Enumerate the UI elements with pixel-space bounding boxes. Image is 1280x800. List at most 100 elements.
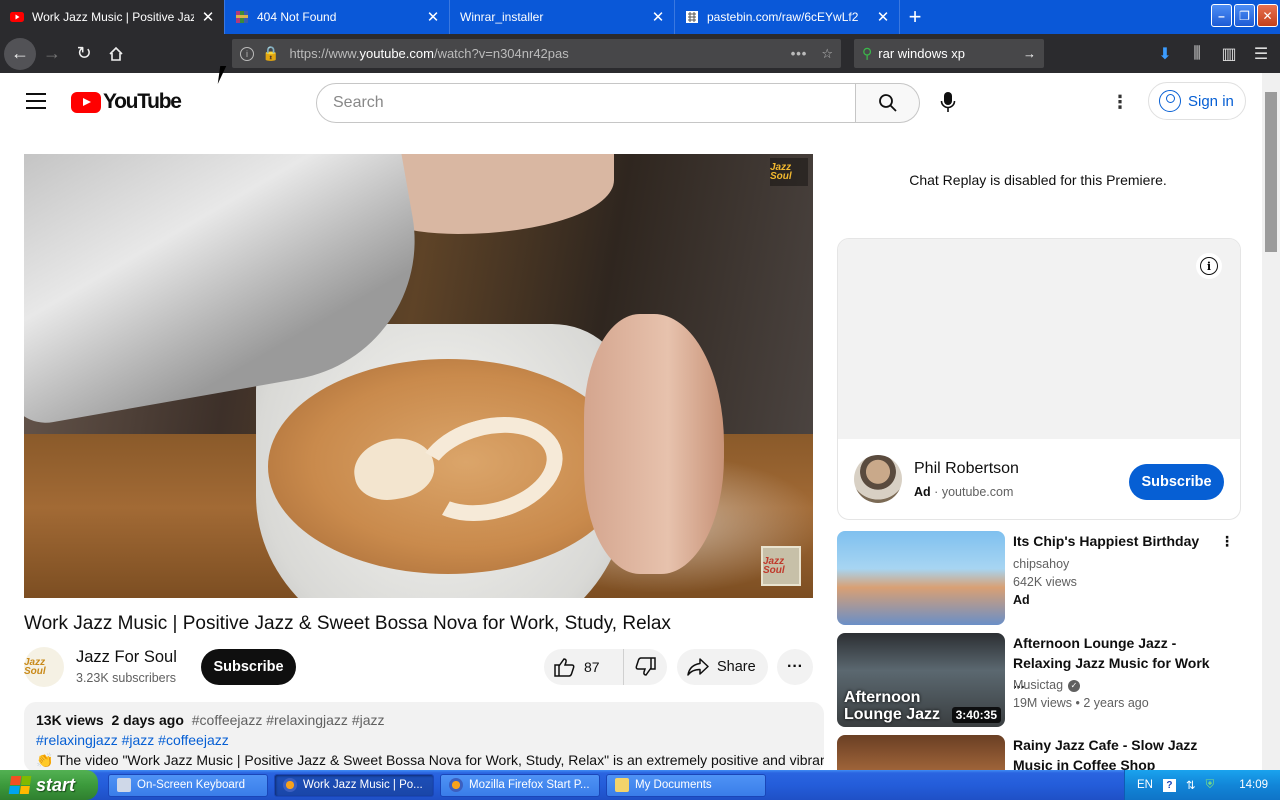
close-tab-icon[interactable]: ✕ — [650, 8, 666, 26]
scrollbar-thumb[interactable] — [1265, 92, 1277, 252]
reload-button[interactable]: ↻ — [68, 38, 100, 70]
arrow-left-icon: ← — [11, 43, 29, 63]
security-icon[interactable]: ⛨ — [1206, 779, 1215, 792]
page-actions-icon[interactable]: ••• — [791, 46, 808, 61]
mouse-cursor — [217, 66, 233, 84]
tab-title: pastebin.com/raw/6cEYwLf2 — [707, 10, 859, 24]
recommendation-title[interactable]: Rainy Jazz Cafe - Slow Jazz Music in Cof… — [1013, 735, 1213, 770]
search-button[interactable] — [856, 83, 920, 123]
advertiser-name[interactable]: Phil Robertson — [914, 460, 1019, 478]
language-indicator[interactable]: EN — [1137, 779, 1153, 791]
youtube-wordmark: YouTube — [103, 90, 182, 113]
close-window-button[interactable]: ✕ — [1257, 4, 1278, 27]
youtube-play-icon — [71, 91, 101, 113]
sign-in-button[interactable]: Sign in — [1148, 82, 1246, 120]
recommendation-item[interactable]: Afternoon Lounge Jazz 3:40:35 Afternoon … — [837, 633, 1241, 729]
more-actions-button[interactable]: ··· — [777, 649, 813, 685]
youtube-search — [316, 83, 920, 123]
window-controls: – ❐ ✕ — [1211, 4, 1278, 27]
help-icon[interactable]: ? — [1162, 778, 1176, 792]
home-icon — [109, 46, 123, 61]
tab-title: 404 Not Found — [257, 10, 337, 24]
video-thumbnail[interactable] — [837, 735, 1005, 770]
library-icon[interactable]: ⫼ — [1186, 39, 1208, 68]
tab-404[interactable]: 404 Not Found ✕ — [225, 0, 450, 34]
guide-menu-icon[interactable] — [26, 93, 46, 109]
close-tab-icon[interactable]: ✕ — [875, 8, 891, 26]
recommendation-title[interactable]: Its Chip's Happiest Birthday — [1013, 531, 1213, 551]
ad-media: i — [838, 239, 1240, 439]
hashtag-links: #relaxingjazz #jazz #coffeejazz — [36, 732, 812, 752]
ad-info-button[interactable]: i — [1196, 253, 1222, 279]
start-button[interactable]: start — [0, 770, 98, 800]
go-arrow-icon[interactable]: → — [1023, 46, 1036, 61]
pastebin-icon — [685, 10, 699, 24]
subscribe-button[interactable]: Subscribe — [201, 649, 296, 685]
youtube-logo[interactable]: YouTube — [71, 90, 182, 114]
recommendation-channel[interactable]: chipsahoy — [1013, 557, 1069, 571]
forward-button[interactable]: → — [36, 38, 68, 70]
url-bar[interactable]: i 🔒 https://www.youtube.com/watch?v=n304… — [232, 39, 841, 68]
youtube-masthead: YouTube ⋮ Sign in — [0, 73, 1262, 131]
channel-avatar[interactable]: Jazz Soul — [24, 647, 64, 687]
video-thumbnail[interactable]: Afternoon Lounge Jazz 3:40:35 — [837, 633, 1005, 727]
video-player[interactable]: Jazz Soul Jazz Soul — [24, 154, 813, 598]
recommendation-views: 19M views • 2 years ago — [1013, 696, 1149, 710]
view-count: 13K views — [36, 712, 104, 728]
recommendation-channel[interactable]: Musictag ✓ — [1013, 678, 1081, 692]
dislike-button[interactable] — [624, 657, 666, 677]
like-button[interactable]: 87 — [544, 649, 624, 685]
taskbar-item-work-jazz[interactable]: Work Jazz Music | Po... — [274, 773, 434, 797]
description-text: 👏 The video "Work Jazz Music | Positive … — [36, 752, 824, 768]
thumbs-up-icon — [554, 658, 575, 677]
ad-card[interactable]: i Phil Robertson Ad · youtube.com Subscr… — [837, 238, 1241, 520]
browser-search-box[interactable]: ⚲ rar windows xp → — [854, 39, 1044, 68]
hashtag-link[interactable]: #relaxingjazz #jazz #coffeejazz — [36, 732, 229, 748]
close-tab-icon[interactable]: ✕ — [200, 8, 216, 26]
search-input[interactable] — [316, 83, 856, 123]
description-meta: 13K views 2 days ago #coffeejazz #relaxi… — [36, 712, 812, 732]
ad-subscribe-button[interactable]: Subscribe — [1129, 464, 1224, 500]
close-tab-icon[interactable]: ✕ — [425, 8, 441, 26]
advertiser-avatar[interactable] — [854, 455, 902, 503]
network-icon[interactable]: ⇅ — [1186, 778, 1196, 792]
info-icon[interactable]: i — [240, 46, 254, 61]
hand — [584, 314, 724, 574]
more-options-icon[interactable]: ⋮ — [1219, 533, 1235, 553]
share-label: Share — [717, 659, 756, 675]
bookmark-star-icon[interactable]: ☆ — [821, 46, 833, 62]
like-count: 87 — [584, 659, 600, 675]
description-hashtags: #coffeejazz #relaxingjazz #jazz — [191, 712, 385, 728]
back-button[interactable]: ← — [4, 37, 36, 70]
lock-icon[interactable]: 🔒 — [262, 45, 279, 62]
new-tab-button[interactable]: + — [900, 0, 930, 34]
download-icon[interactable]: ⬇ — [1154, 39, 1176, 68]
video-thumbnail[interactable] — [837, 531, 1005, 625]
keyboard-icon — [117, 778, 131, 792]
channel-name[interactable]: Jazz For Soul — [76, 648, 177, 667]
start-label: start — [36, 774, 76, 795]
menu-icon[interactable]: ☰ — [1250, 39, 1272, 68]
tab-winrar-installer[interactable]: Winrar_installer ✕ — [450, 0, 675, 34]
restore-button[interactable]: ❐ — [1234, 4, 1255, 27]
taskbar-item-firefox-start[interactable]: Mozilla Firefox Start P... — [440, 773, 600, 797]
tab-work-jazz[interactable]: Work Jazz Music | Positive Jazz & Sweet … — [0, 0, 225, 34]
home-button[interactable] — [100, 38, 132, 70]
minimize-button[interactable]: – — [1211, 4, 1232, 27]
folder-icon — [615, 778, 629, 792]
taskbar-item-my-documents[interactable]: My Documents — [606, 773, 766, 797]
share-button[interactable]: Share — [677, 649, 768, 685]
sidebar-icon[interactable]: ▥ — [1218, 39, 1240, 68]
tab-pastebin[interactable]: pastebin.com/raw/6cEYwLf2 ✕ — [675, 0, 900, 34]
recommendation-item[interactable]: Its Chip's Happiest Birthday chipsahoy 6… — [837, 531, 1241, 627]
toolbar-right: ⬇ ⫼ ▥ ☰ — [1154, 39, 1272, 68]
settings-more-icon[interactable]: ⋮ — [1108, 90, 1132, 114]
thumbnail-text: Afternoon Lounge Jazz — [844, 689, 941, 723]
taskbar-item-on-screen-keyboard[interactable]: On-Screen Keyboard — [108, 773, 268, 797]
video-description[interactable]: 13K views 2 days ago #coffeejazz #relaxi… — [24, 702, 824, 772]
voice-search-button[interactable] — [936, 90, 960, 114]
subscriber-count: 3.23K subscribers — [76, 671, 177, 685]
rar-icon — [235, 10, 249, 24]
recommendation-item[interactable]: Rainy Jazz Cafe - Slow Jazz Music in Cof… — [837, 735, 1241, 770]
channel-branding-logo[interactable]: Jazz Soul — [761, 546, 801, 586]
